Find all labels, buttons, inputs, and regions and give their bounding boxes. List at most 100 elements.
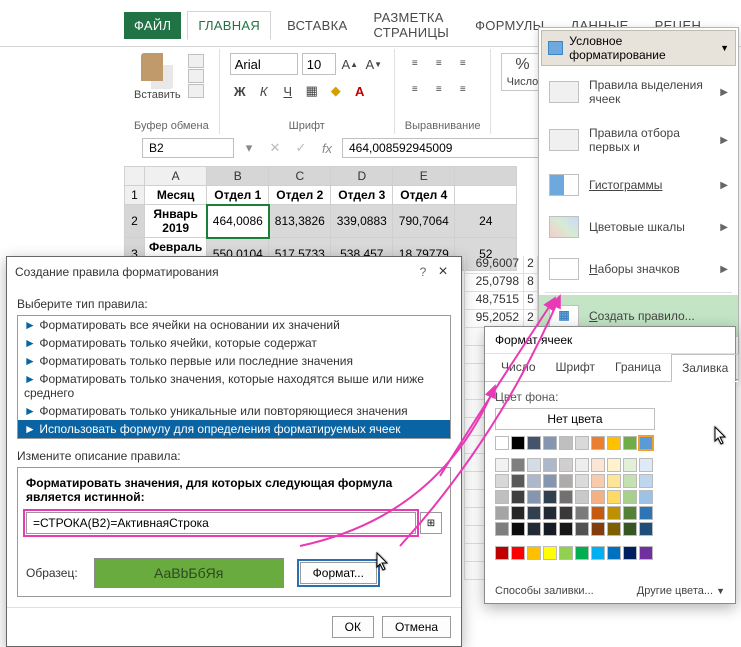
color-swatch[interactable] — [559, 506, 573, 520]
color-swatch[interactable] — [623, 458, 637, 472]
italic-button[interactable]: К — [254, 81, 274, 101]
paste-icon[interactable] — [141, 53, 173, 89]
close-button[interactable]: × — [433, 263, 453, 281]
color-swatch[interactable] — [527, 490, 541, 504]
tab-number[interactable]: Число — [491, 354, 546, 381]
color-swatch[interactable] — [591, 490, 605, 504]
color-swatch[interactable] — [511, 490, 525, 504]
col-header-e[interactable]: E — [393, 167, 455, 186]
align-left-icon[interactable]: ≡ — [405, 79, 425, 99]
bold-button[interactable]: Ж — [230, 81, 250, 101]
color-swatch[interactable] — [495, 436, 509, 450]
tab-page-layout[interactable]: РАЗМЕТКА СТРАНИЦЫ — [363, 4, 459, 46]
fb-cancel-icon[interactable]: ✕ — [264, 138, 286, 158]
color-swatch[interactable] — [559, 458, 573, 472]
cell[interactable]: Отдел 4 — [393, 186, 455, 205]
fb-enter-icon[interactable]: ✓ — [290, 138, 312, 158]
color-swatch[interactable] — [527, 458, 541, 472]
color-swatch[interactable] — [639, 490, 653, 504]
cut-icon[interactable] — [188, 54, 204, 68]
col-header-b[interactable]: B — [207, 167, 269, 186]
cf-item-data-bars[interactable]: Гистограммы▶ — [539, 164, 738, 206]
cell[interactable]: 339,0883 — [331, 205, 393, 238]
format-painter-icon[interactable] — [188, 84, 204, 98]
color-swatch[interactable] — [495, 490, 509, 504]
color-swatch[interactable] — [511, 506, 525, 520]
cell[interactable]: 24 — [455, 205, 517, 238]
rule-type-option[interactable]: ► Форматировать только ячейки, которые с… — [18, 334, 450, 352]
font-size-select[interactable]: 10 — [302, 53, 336, 75]
color-swatch[interactable] — [543, 522, 557, 536]
color-swatch[interactable] — [639, 474, 653, 488]
color-swatch[interactable] — [575, 436, 589, 450]
color-swatch[interactable] — [623, 506, 637, 520]
color-swatch[interactable] — [623, 522, 637, 536]
color-swatch[interactable] — [495, 506, 509, 520]
color-swatch[interactable] — [623, 436, 637, 450]
tab-border[interactable]: Граница — [605, 354, 671, 381]
rule-type-option[interactable]: ► Форматировать только уникальные или по… — [18, 402, 450, 420]
color-swatch[interactable] — [527, 436, 541, 450]
color-swatch[interactable] — [543, 474, 557, 488]
color-swatch[interactable] — [623, 490, 637, 504]
color-swatch[interactable] — [511, 458, 525, 472]
cf-item-icon-sets[interactable]: Наборы значков▶ — [539, 248, 738, 290]
tab-fill[interactable]: Заливка — [671, 354, 739, 382]
underline-button[interactable]: Ч — [278, 81, 298, 101]
color-swatch[interactable] — [527, 474, 541, 488]
format-button[interactable]: Формат... — [300, 562, 377, 584]
color-swatch[interactable] — [559, 436, 573, 450]
color-swatch[interactable] — [559, 474, 573, 488]
color-swatch[interactable] — [591, 474, 605, 488]
col-header-d[interactable]: D — [331, 167, 393, 186]
color-swatch[interactable] — [543, 546, 557, 560]
cancel-button[interactable]: Отмена — [382, 616, 451, 638]
row-header-2[interactable]: 2 — [125, 205, 145, 238]
rule-type-option[interactable]: ► Форматировать только первые или послед… — [18, 352, 450, 370]
fb-fx-icon[interactable]: fx — [316, 138, 338, 158]
tab-file[interactable]: ФАЙЛ — [124, 12, 181, 39]
tab-home[interactable]: ГЛАВНАЯ — [187, 11, 271, 40]
cell[interactable]: Январь 2019 — [145, 205, 207, 238]
formula-input[interactable] — [26, 512, 416, 534]
border-button[interactable]: ▦ — [302, 81, 322, 101]
col-header-c[interactable]: C — [269, 167, 331, 186]
color-swatch[interactable] — [511, 522, 525, 536]
cf-item-color-scales[interactable]: Цветовые шкалы▶ — [539, 206, 738, 248]
color-swatch[interactable] — [607, 474, 621, 488]
col-header-cut[interactable] — [455, 167, 517, 186]
no-color-button[interactable]: Нет цвета — [495, 408, 655, 430]
align-middle-icon[interactable]: ≡ — [429, 53, 449, 73]
color-swatch[interactable] — [559, 546, 573, 560]
align-top-icon[interactable]: ≡ — [405, 53, 425, 73]
cell[interactable] — [455, 186, 517, 205]
increase-font-icon[interactable]: A▲ — [340, 54, 360, 74]
color-swatch[interactable] — [527, 506, 541, 520]
color-swatch[interactable] — [591, 506, 605, 520]
col-header-a[interactable]: A — [145, 167, 207, 186]
color-swatch[interactable] — [639, 546, 653, 560]
help-button[interactable]: ? — [413, 265, 433, 279]
font-name-select[interactable]: Arial — [230, 53, 298, 75]
color-swatch[interactable] — [575, 490, 589, 504]
fb-dropdown-icon[interactable]: ▾ — [238, 138, 260, 158]
color-swatch[interactable] — [623, 474, 637, 488]
fill-effects-link[interactable]: Способы заливки... — [495, 585, 594, 597]
font-color-button[interactable]: A — [350, 81, 370, 101]
color-swatch[interactable] — [591, 546, 605, 560]
color-swatch[interactable] — [639, 506, 653, 520]
color-swatch[interactable] — [607, 506, 621, 520]
color-swatch[interactable] — [639, 436, 653, 450]
color-swatch[interactable] — [543, 436, 557, 450]
rule-type-option[interactable]: ► Форматировать только значения, которые… — [18, 370, 450, 402]
rule-type-list[interactable]: ► Форматировать все ячейки на основании … — [17, 315, 451, 439]
color-swatch[interactable] — [527, 522, 541, 536]
color-swatch[interactable] — [607, 490, 621, 504]
copy-icon[interactable] — [188, 69, 204, 83]
color-swatch[interactable] — [607, 458, 621, 472]
cf-item-top-bottom[interactable]: Правила отбора первых и▶ — [539, 116, 738, 164]
more-colors-link[interactable]: Другие цвета... ▼ — [637, 585, 725, 597]
cell[interactable]: 790,7064 — [393, 205, 455, 238]
fill-color-button[interactable]: ◆ — [326, 81, 346, 101]
color-swatch[interactable] — [639, 522, 653, 536]
